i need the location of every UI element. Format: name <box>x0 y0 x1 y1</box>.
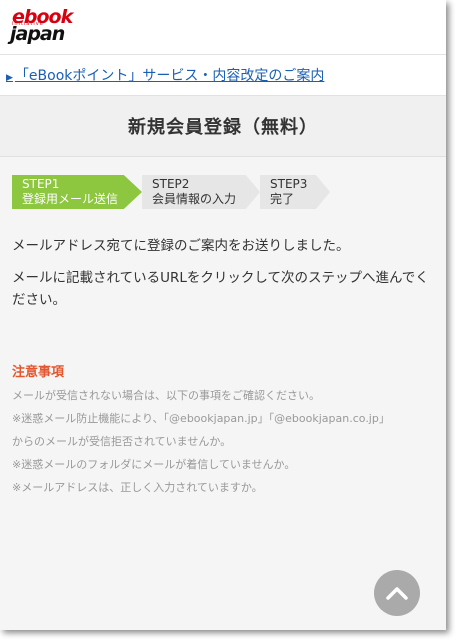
step-1: STEP1 登録用メール送信 <box>12 175 142 209</box>
notice-bar: ▶ 「eBookポイント」サービス・内容改定のご案内 <box>0 55 446 96</box>
caution-section: 注意事項 メールが受信されない場合は、以下の事項をご確認ください。 ※迷惑メール… <box>0 361 446 499</box>
step-2-label: 会員情報の入力 <box>152 192 237 206</box>
caution-line: ※迷惑メール防止機能により、「@ebookjapan.jp」「@ebookjap… <box>12 412 390 425</box>
triangle-right-icon: ▶ <box>6 73 13 83</box>
scroll-to-top-button[interactable] <box>374 570 420 616</box>
notice-link-text: 「eBookポイント」サービス・内容改定のご案内 <box>14 68 325 84</box>
caution-line: からのメールが受信拒否されていませんか。 <box>12 435 232 448</box>
message-line-1: メールアドレス宛てに登録のご案内をお送りしました。 <box>12 238 350 254</box>
ebookjapan-logo[interactable]: ebook initiative japan <box>10 6 90 48</box>
caution-line: メールが受信されない場合は、以下の事項をご確認ください。 <box>12 389 320 402</box>
step-1-number: STEP1 <box>22 177 60 191</box>
confirmation-message: メールアドレス宛てに登録のご案内をお送りしました。 メールに記載されているURL… <box>0 235 446 311</box>
step-1-label: 登録用メール送信 <box>22 192 119 206</box>
caution-title: 注意事項 <box>12 365 65 380</box>
caution-line: ※メールアドレスは、正しく入力されていますか。 <box>12 481 263 494</box>
notice-link[interactable]: ▶ 「eBookポイント」サービス・内容改定のご案内 <box>6 65 324 85</box>
logo-text-japan: japan <box>10 23 65 45</box>
page-title: 新規会員登録（無料） <box>0 96 446 157</box>
step-3-label: 完了 <box>270 192 295 206</box>
message-line-2: メールに記載されているURLをクリックして次のステップへ進んでください。 <box>12 270 429 308</box>
caution-line: ※迷惑メールのフォルダにメールが着信していませんか。 <box>12 458 296 471</box>
step-2: STEP2 会員情報の入力 <box>142 175 260 209</box>
step-progress: STEP1 登録用メール送信 STEP2 会員情報の入力 STEP3 完了 <box>0 175 446 235</box>
page-frame: ebook initiative japan ▶ 「eBookポイント」サービス・… <box>0 0 446 630</box>
header: ebook initiative japan <box>0 0 446 55</box>
step-3: STEP3 完了 <box>260 175 330 209</box>
step-3-number: STEP3 <box>270 177 308 191</box>
chevron-up-icon <box>386 587 408 600</box>
step-2-number: STEP2 <box>152 177 190 191</box>
